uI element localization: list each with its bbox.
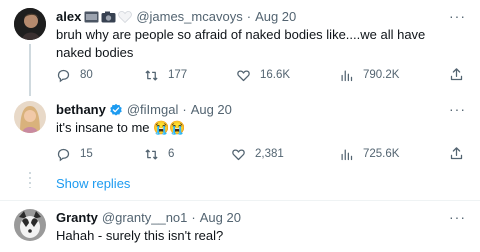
camera-icon (101, 11, 116, 23)
more-icon[interactable]: ··· (449, 102, 466, 116)
retweet-button[interactable]: 177 (144, 67, 187, 83)
like-button[interactable]: 2,381 (231, 146, 284, 162)
emoji-badges (84, 11, 133, 23)
views-button[interactable]: 725.6K (339, 146, 399, 162)
retweet-count: 177 (168, 69, 188, 81)
more-icon[interactable]: ··· (449, 210, 466, 224)
tweet-text: it's insane to me 😭😭 (56, 120, 186, 135)
retweet-button[interactable]: 6 (144, 146, 174, 162)
separator-dot: · (191, 210, 196, 225)
timestamp[interactable]: Aug 20 (200, 210, 241, 226)
share-button[interactable] (449, 146, 473, 161)
reply-count: 80 (80, 69, 93, 81)
display-name[interactable]: bethany (56, 102, 106, 118)
view-count: 790.2K (363, 69, 400, 81)
like-count: 16.6K (260, 69, 291, 81)
avatar[interactable] (14, 8, 46, 40)
views-button[interactable]: 790.2K (339, 67, 399, 83)
thread-line (29, 44, 31, 96)
display-name[interactable]: alex (56, 9, 81, 25)
timestamp[interactable]: Aug 20 (255, 9, 296, 25)
reply-button[interactable]: 80 (56, 67, 93, 83)
retweet-icon (145, 149, 158, 159)
timestamp[interactable]: Aug 20 (191, 102, 232, 118)
more-icon[interactable]: ··· (449, 9, 466, 23)
tweet-header: bethany @fiImgal · Aug 20 (56, 102, 232, 118)
like-icon (232, 148, 245, 160)
separator-dot: · (182, 102, 187, 117)
verified-icon (110, 103, 122, 116)
white-heart-icon (118, 11, 133, 23)
user-handle[interactable]: @granty__no1 (102, 210, 187, 226)
reply-count: 15 (80, 148, 93, 160)
show-replies-link[interactable]: Show replies (56, 176, 130, 192)
action-bar: 80 177 16.6K 790.2K (56, 67, 466, 83)
action-bar: 15 6 2,381 725.6K (56, 146, 466, 162)
tweet-text: Hahah - surely this isn't real? (56, 228, 224, 243)
share-button[interactable] (449, 67, 473, 82)
share-icon (450, 68, 463, 81)
retweet-icon (145, 70, 158, 80)
views-icon (341, 70, 353, 81)
like-button[interactable]: 16.6K (236, 67, 290, 83)
share-icon (450, 147, 463, 160)
reply-button[interactable]: 15 (56, 146, 93, 162)
film-icon (84, 11, 99, 23)
reply-icon (57, 148, 70, 161)
tweet-bethany[interactable]: bethany @fiImgal · Aug 20 ··· it's insan… (0, 96, 480, 166)
tweet-header: alex @james_mcavoys · Aug 20 (56, 9, 296, 25)
avatar[interactable] (14, 101, 46, 133)
user-handle[interactable]: @fiImgal (127, 102, 179, 118)
tweet-text: bruh why are people so afraid of naked b… (56, 27, 426, 60)
like-count: 2,381 (255, 148, 284, 160)
tweet-header: Granty @granty__no1 · Aug 20 (56, 210, 241, 226)
views-icon (341, 149, 353, 160)
reply-icon (57, 69, 70, 82)
like-icon (237, 69, 250, 81)
separator-dot: · (246, 9, 252, 24)
view-count: 725.6K (363, 148, 400, 160)
tweet-granty[interactable]: Granty @granty__no1 · Aug 20 ··· Hahah -… (0, 201, 480, 252)
display-name[interactable]: Granty (56, 210, 98, 226)
user-handle[interactable]: @james_mcavoys (136, 9, 242, 25)
retweet-count: 6 (168, 148, 175, 160)
tweet-alex[interactable]: alex @james_mcavoys · Aug 20 ··· bruh wh… (0, 0, 480, 96)
avatar[interactable] (14, 209, 46, 241)
thread-dots (29, 172, 31, 188)
